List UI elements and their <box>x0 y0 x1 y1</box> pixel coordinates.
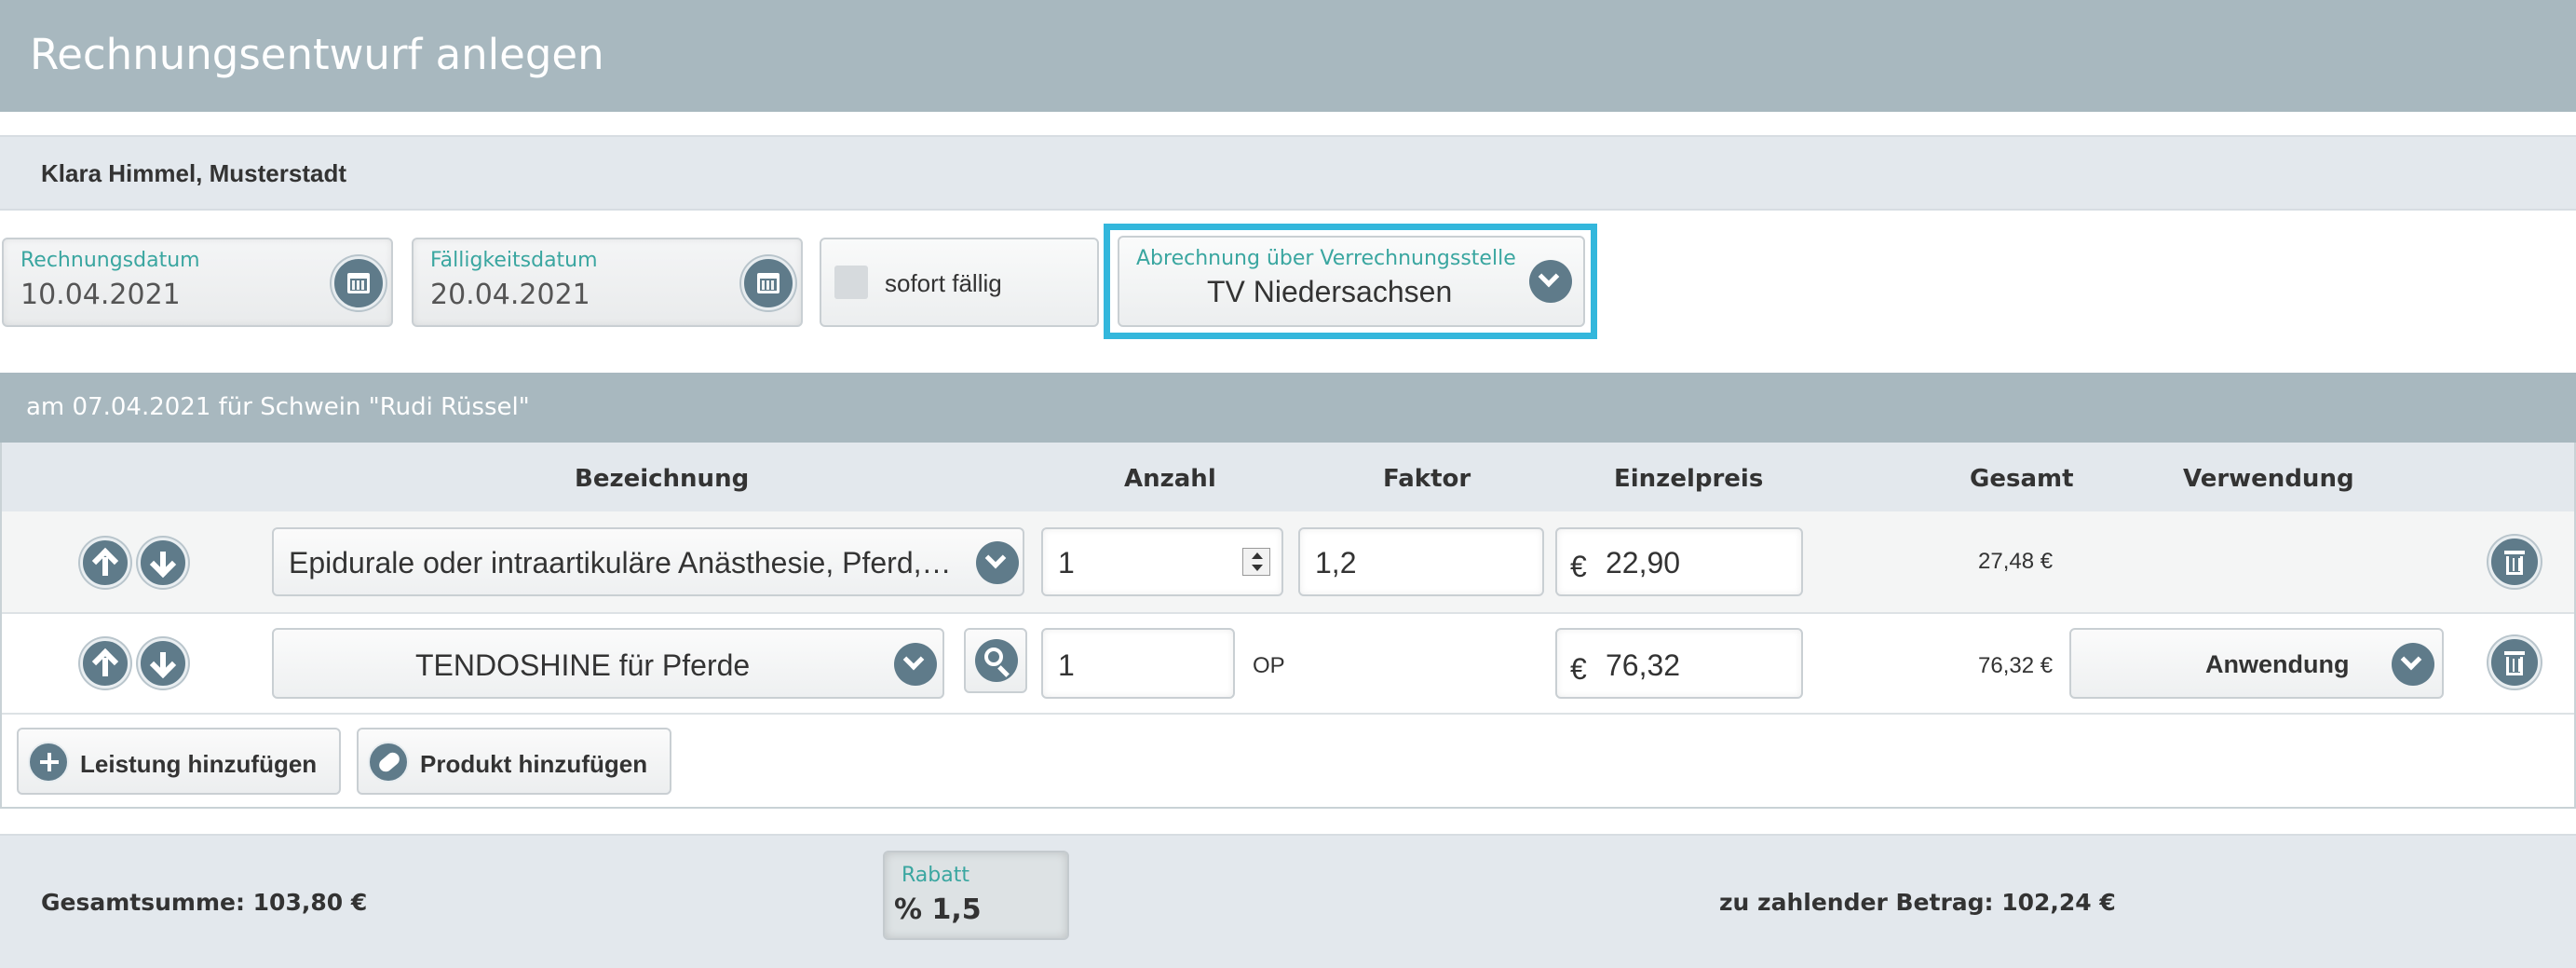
col-einzelpreis: Einzelpreis <box>1614 465 1764 493</box>
stepper-arrows-icon[interactable] <box>1242 548 1270 576</box>
total-sum: Gesamtsumme: 103,80 € <box>41 889 368 916</box>
unit-label: OP <box>1253 653 1285 678</box>
move-down-icon[interactable] <box>138 638 188 689</box>
col-verwendung: Verwendung <box>2183 465 2354 493</box>
service-select[interactable]: Epidurale oder intraartikuläre Anästhesi… <box>272 527 1024 596</box>
billing-select[interactable]: Abrechnung über Verrechnungsstelle TV Ni… <box>1118 236 1585 327</box>
page-header: Rechnungsentwurf anlegen <box>0 0 2576 112</box>
factor-input[interactable]: 1,2 <box>1298 527 1544 596</box>
currency-symbol: € <box>1570 550 1587 583</box>
unit-price-value: 22,90 <box>1606 546 1681 579</box>
totals-footer: Gesamtsumme: 103,80 € Rabatt % 1,5 zu za… <box>0 834 2576 968</box>
unit-price-input[interactable]: € 76,32 <box>1555 628 1803 699</box>
currency-symbol: € <box>1570 652 1587 686</box>
table-row: TENDOSHINE für Pferde 1 OP € 76,32 76,32… <box>2 614 2574 715</box>
billing-label: Abrechnung über Verrechnungsstelle <box>1136 247 1516 270</box>
due-date-label: Fälligkeitsdatum <box>430 249 598 272</box>
product-select[interactable]: TENDOSHINE für Pferde <box>272 628 944 699</box>
usage-select[interactable]: Anwendung <box>2069 628 2444 699</box>
due-date-field[interactable]: Fälligkeitsdatum 20.04.2021 <box>412 238 803 327</box>
discount-amount: 1,5 <box>931 893 982 926</box>
row-total: 76,32 € <box>1978 653 2054 678</box>
invoice-date-field[interactable]: Rechnungsdatum 10.04.2021 <box>2 238 393 327</box>
treatment-header: am 07.04.2021 für Schwein "Rudi Rüssel" <box>0 373 2576 443</box>
immediate-due-checkbox[interactable] <box>834 266 868 299</box>
immediate-due-label: sofort fällig <box>885 269 1002 297</box>
quantity-input[interactable]: 1 <box>1041 628 1235 699</box>
chevron-down-icon[interactable] <box>894 643 937 686</box>
discount-label: Rabatt <box>902 864 969 887</box>
invoice-date-label: Rechnungsdatum <box>20 249 200 272</box>
add-product-label: Produkt hinzufügen <box>420 750 648 778</box>
customer-bar: Klara Himmel, Musterstadt <box>0 135 2576 211</box>
col-gesamt: Gesamt <box>1970 465 2074 493</box>
percent-symbol: % <box>894 893 923 926</box>
treatment-title: am 07.04.2021 für Schwein "Rudi Rüssel" <box>26 393 530 421</box>
add-product-button[interactable]: Produkt hinzufügen <box>357 728 671 795</box>
row-total: 27,48 € <box>1978 549 2054 574</box>
chevron-down-icon[interactable] <box>2392 643 2434 686</box>
discount-input[interactable]: Rabatt % 1,5 <box>883 851 1069 940</box>
factor-value: 1,2 <box>1315 546 1357 579</box>
service-select-value: Epidurale oder intraartikuläre Anästhesi… <box>289 546 952 579</box>
table-row: Epidurale oder intraartikuläre Anästhesi… <box>2 511 2574 614</box>
calendar-icon[interactable] <box>332 256 386 310</box>
discount-value: % 1,5 <box>894 893 982 926</box>
product-search-button[interactable] <box>964 628 1027 693</box>
move-up-icon[interactable] <box>80 638 130 689</box>
calendar-icon[interactable] <box>741 256 795 310</box>
col-anzahl: Anzahl <box>1124 465 1216 493</box>
add-service-icon <box>28 742 69 783</box>
immediate-due-toggle[interactable]: sofort fällig <box>820 238 1099 327</box>
quantity-value: 1 <box>1058 546 1075 579</box>
add-service-button[interactable]: Leistung hinzufügen <box>17 728 341 795</box>
add-service-label: Leistung hinzufügen <box>80 750 318 778</box>
amount-payable: zu zahlender Betrag: 102,24 € <box>1719 889 2116 916</box>
col-bezeichnung: Bezeichnung <box>575 465 750 493</box>
trash-icon[interactable] <box>2488 536 2541 588</box>
search-icon <box>975 639 1018 682</box>
product-select-value: TENDOSHINE für Pferde <box>415 648 751 682</box>
usage-select-value: Anwendung <box>2205 650 2350 678</box>
quantity-value: 1 <box>1058 648 1075 682</box>
quantity-stepper[interactable]: 1 <box>1041 527 1283 596</box>
chevron-down-icon[interactable] <box>976 541 1019 584</box>
chevron-down-icon[interactable] <box>1529 260 1572 303</box>
due-date-value[interactable]: 20.04.2021 <box>430 279 590 311</box>
pill-icon <box>368 742 409 783</box>
trash-icon[interactable] <box>2488 636 2541 689</box>
move-down-icon[interactable] <box>138 538 188 588</box>
unit-price-input[interactable]: € 22,90 <box>1555 527 1803 596</box>
customer-name: Klara Himmel, Musterstadt <box>41 159 346 187</box>
unit-price-value: 76,32 <box>1606 648 1681 682</box>
billing-value: TV Niedersachsen <box>1207 275 1453 308</box>
move-up-icon[interactable] <box>80 538 130 588</box>
page-title: Rechnungsentwurf anlegen <box>30 30 604 79</box>
invoice-date-value[interactable]: 10.04.2021 <box>20 279 181 311</box>
table-header: Bezeichnung Anzahl Faktor Einzelpreis Ge… <box>2 443 2574 511</box>
col-faktor: Faktor <box>1383 465 1471 493</box>
